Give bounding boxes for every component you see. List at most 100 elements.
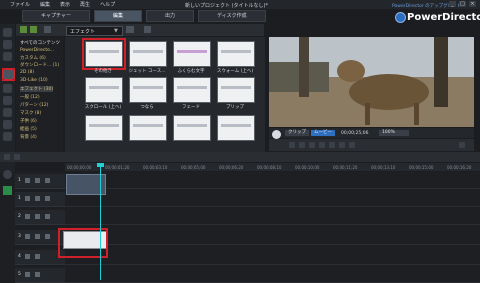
category-item[interactable]: 子供 (6) bbox=[20, 118, 37, 124]
effect-thumb[interactable] bbox=[217, 115, 255, 141]
track-manager-icon[interactable] bbox=[3, 170, 12, 179]
category-item[interactable]: PowerDirecto... bbox=[20, 48, 54, 53]
video-track-1[interactable] bbox=[65, 174, 480, 189]
library-filter-dropdown[interactable]: エフェクト ▼ bbox=[66, 26, 123, 36]
category-item[interactable]: 背景 (4) bbox=[20, 134, 37, 140]
chevron-down-icon: ▼ bbox=[114, 28, 118, 34]
timeline-ruler[interactable]: 00;00;00;00 00;00;01;20 00;00;03;10 00;0… bbox=[65, 163, 480, 171]
timeline-view-icon[interactable] bbox=[4, 154, 10, 160]
effect-thumb[interactable] bbox=[129, 77, 167, 103]
category-item[interactable]: カスタム (6) bbox=[20, 55, 46, 61]
track-enable-checkbox[interactable] bbox=[35, 254, 40, 259]
category-item[interactable]: パターン (12) bbox=[20, 102, 48, 108]
lock-icon[interactable] bbox=[45, 214, 50, 219]
mode-tabs: キャプチャー 編集 出力 ディスク作成 bbox=[0, 10, 412, 22]
category-item[interactable]: 絵画 (5) bbox=[20, 126, 37, 132]
effect-thumb[interactable] bbox=[217, 41, 255, 67]
audio-track-icon bbox=[25, 196, 30, 201]
3d-icon[interactable] bbox=[349, 142, 355, 148]
track-enable-checkbox[interactable] bbox=[35, 214, 40, 219]
minimize-button[interactable]: _ bbox=[449, 1, 456, 7]
playhead-handle[interactable] bbox=[97, 163, 104, 167]
movie-mode-button[interactable]: ムービー bbox=[311, 130, 335, 136]
effect-thumb[interactable] bbox=[173, 41, 211, 67]
track-enable-checkbox[interactable] bbox=[35, 234, 40, 239]
effect-thumb[interactable] bbox=[217, 77, 255, 103]
category-item-selected[interactable]: エフェクト (30) bbox=[20, 86, 54, 92]
track-enable-checkbox[interactable] bbox=[35, 196, 40, 201]
category-panel: すべてのコンテンツ PowerDirecto... カスタム (6) ダウンロー… bbox=[16, 37, 63, 152]
tab-capture[interactable]: キャプチャー bbox=[22, 10, 90, 22]
menu-file[interactable]: ファイル bbox=[10, 1, 30, 8]
previous-frame-icon[interactable] bbox=[299, 142, 305, 148]
effect-thumb[interactable] bbox=[129, 115, 167, 141]
lock-icon[interactable] bbox=[45, 178, 50, 183]
effect-thumb-label: ふくらむ文字 bbox=[177, 69, 205, 74]
category-item[interactable]: すべてのコンテンツ bbox=[20, 40, 60, 46]
view-toggle-icon[interactable] bbox=[44, 26, 51, 33]
playback-controls bbox=[269, 139, 474, 151]
track-enable-checkbox[interactable] bbox=[35, 178, 40, 183]
video-track-icon bbox=[25, 214, 30, 219]
effect-thumb[interactable] bbox=[173, 115, 211, 141]
fast-forward-icon[interactable] bbox=[319, 142, 325, 148]
chapter-room-icon[interactable] bbox=[3, 120, 12, 129]
storyboard-icon[interactable] bbox=[14, 154, 20, 160]
category-item[interactable]: 2D (8) bbox=[20, 70, 34, 75]
lock-icon[interactable] bbox=[45, 234, 50, 239]
effect-thumb[interactable] bbox=[85, 115, 123, 141]
room-highlight-box bbox=[2, 68, 15, 81]
effect-thumb[interactable] bbox=[129, 41, 167, 67]
category-item[interactable]: 一般 (12) bbox=[20, 94, 40, 100]
zoom-dropdown[interactable]: 100% bbox=[379, 130, 409, 136]
ruler-tick: 00;00;06;20 bbox=[219, 165, 244, 170]
tab-edit[interactable]: 編集 bbox=[93, 10, 142, 22]
menu-bar: ファイル 編集 表示 再生 ヘルプ bbox=[0, 0, 115, 9]
effect-thumb-label: ブリップ bbox=[226, 105, 244, 110]
grid-icon[interactable] bbox=[144, 26, 151, 33]
voice-track[interactable] bbox=[65, 268, 480, 283]
effect-thumbnail-grid: その他き ジェット コース... ふくらむ文字 スウォーム (上へ) スクロール… bbox=[65, 37, 265, 152]
playhead[interactable] bbox=[100, 165, 101, 280]
menu-view[interactable]: 表示 bbox=[60, 1, 70, 8]
tab-produce[interactable]: 出力 bbox=[145, 10, 194, 22]
subtitle-room-icon[interactable] bbox=[3, 132, 12, 141]
audio-room-icon[interactable] bbox=[3, 96, 12, 105]
search-icon[interactable] bbox=[126, 26, 134, 33]
menu-edit[interactable]: 編集 bbox=[40, 1, 50, 8]
effect-track[interactable] bbox=[65, 230, 480, 245]
import-icon[interactable] bbox=[20, 26, 27, 33]
play-icon[interactable] bbox=[272, 130, 281, 139]
menu-help[interactable]: ヘルプ bbox=[100, 1, 115, 8]
title-track[interactable] bbox=[65, 250, 480, 265]
track-enable-checkbox[interactable] bbox=[35, 272, 40, 277]
effect-thumb[interactable] bbox=[85, 77, 123, 103]
category-item[interactable]: マスク (8) bbox=[20, 110, 41, 116]
lock-icon[interactable] bbox=[45, 196, 50, 201]
transition-room-icon[interactable] bbox=[3, 84, 12, 93]
effect-thumb[interactable] bbox=[173, 77, 211, 103]
close-button[interactable]: × bbox=[469, 1, 476, 7]
video-track-2[interactable] bbox=[65, 210, 480, 225]
tab-create-disc[interactable]: ディスク作成 bbox=[197, 10, 266, 22]
stop-icon[interactable] bbox=[289, 142, 295, 148]
download-icon[interactable] bbox=[30, 26, 37, 33]
fx-room-icon[interactable] bbox=[3, 40, 12, 49]
voice-room-icon[interactable] bbox=[3, 108, 12, 117]
clip-mode-button[interactable]: クリップ bbox=[285, 130, 309, 136]
pip-room-icon[interactable] bbox=[3, 52, 12, 61]
next-frame-icon[interactable] bbox=[309, 142, 315, 148]
media-room-icon[interactable] bbox=[3, 28, 12, 37]
detach-icon[interactable] bbox=[459, 142, 465, 148]
menu-playback[interactable]: 再生 bbox=[80, 1, 90, 8]
add-track-icon[interactable] bbox=[3, 186, 12, 195]
category-item[interactable]: ダウンロード... (1) bbox=[20, 62, 59, 68]
effect-thumb-selected[interactable] bbox=[82, 38, 126, 70]
volume-icon[interactable] bbox=[329, 142, 335, 148]
category-item[interactable]: 3D-Like (10) bbox=[20, 78, 48, 83]
maximize-button[interactable]: □ bbox=[459, 1, 466, 7]
effect-thumb-label: ジェット コース... bbox=[128, 69, 166, 74]
snapshot-icon[interactable] bbox=[339, 142, 345, 148]
audio-track-1[interactable] bbox=[65, 192, 480, 207]
timeline-toolbar bbox=[0, 152, 480, 162]
